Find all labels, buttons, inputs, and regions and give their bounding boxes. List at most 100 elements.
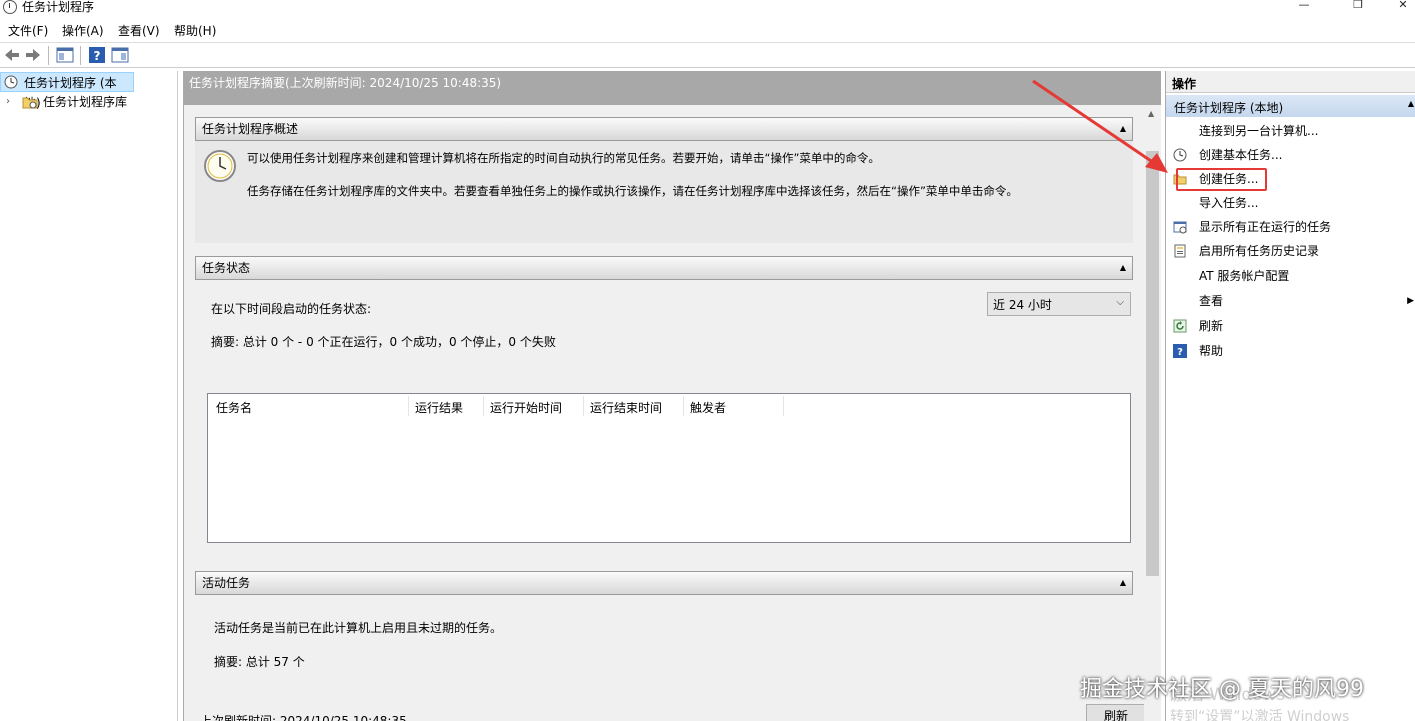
action-label: 连接到另一台计算机... (1199, 124, 1319, 138)
toolbar-divider (48, 46, 49, 65)
action-show-running-tasks[interactable]: 显示所有正在运行的任务 (1166, 215, 1415, 239)
column-header-run-start[interactable]: 运行开始时间 (490, 399, 562, 416)
action-label: 创建基本任务... (1199, 148, 1283, 162)
show-hide-console-tree-icon[interactable] (56, 46, 74, 64)
clock-icon (204, 150, 236, 182)
active-tasks-title: 活动任务 (202, 576, 251, 590)
back-icon[interactable] (3, 46, 21, 64)
action-label: AT 服务帐户配置 (1199, 269, 1290, 283)
clock-icon (4, 75, 18, 89)
tree-item-library-label: 任务计划程序库 (43, 95, 128, 109)
last-refresh-text: 上次刷新时间: 2024/10/25 10:48:35 (200, 714, 407, 721)
action-label: 刷新 (1199, 319, 1224, 333)
chevron-right-icon[interactable]: › (6, 92, 10, 112)
clock-wizard-icon (1173, 148, 1187, 162)
folder-clock-icon (22, 97, 38, 109)
action-label: 启用所有任务历史记录 (1199, 244, 1320, 258)
action-label: 显示所有正在运行的任务 (1199, 220, 1332, 234)
task-status-title: 任务状态 (202, 261, 251, 275)
overview-section-header[interactable]: 任务计划程序概述 ▲ (195, 117, 1133, 141)
overview-text-1: 可以使用任务计划程序来创建和管理计算机将在所指定的时间自动执行的常见任务。若要开… (247, 151, 880, 165)
title-bar: 任务计划程序 — ❐ ✕ (0, 0, 1415, 16)
active-tasks-section-header[interactable]: 活动任务 ▲ (195, 571, 1133, 595)
svg-text:?: ? (1177, 347, 1183, 358)
history-icon (1174, 244, 1186, 258)
toolbar: ? (0, 42, 1415, 68)
active-tasks-summary: 摘要: 总计 57 个 (214, 655, 305, 669)
column-header-run-result[interactable]: 运行结果 (415, 399, 463, 416)
actions-header: 操作 (1166, 71, 1415, 93)
action-refresh[interactable]: 刷新 (1166, 314, 1415, 338)
scrollbar-thumb[interactable] (1146, 151, 1159, 576)
menu-help[interactable]: 帮助(H) (174, 22, 216, 39)
collapse-icon[interactable]: ▲ (1408, 99, 1414, 108)
active-tasks-body: 活动任务是当前已在此计算机上启用且未过期的任务。 摘要: 总计 57 个 (195, 595, 1133, 696)
highlight-box (1176, 168, 1267, 191)
vertical-scrollbar[interactable]: ▲ (1144, 105, 1161, 721)
svg-text:?: ? (94, 49, 101, 63)
watermark: 掘金技术社区 @ 夏天的风99 (1080, 677, 1364, 702)
action-enable-history[interactable]: 启用所有任务历史记录 (1166, 239, 1415, 263)
action-create-basic-task[interactable]: 创建基本任务... (1166, 143, 1415, 167)
submenu-arrow-icon: ▶ (1407, 296, 1414, 306)
show-hide-action-pane-icon[interactable] (111, 46, 129, 64)
column-header-trigger[interactable]: 触发者 (690, 399, 726, 416)
action-label: 查看 (1199, 294, 1224, 308)
menu-bar: 文件(F) 操作(A) 查看(V) 帮助(H) (0, 20, 1415, 40)
action-at-service-config[interactable]: AT 服务帐户配置 (1166, 264, 1415, 288)
task-status-section: 任务状态 ▲ 在以下时间段启动的任务状态: 近 24 小时 ⌵ 摘要: 总计 0… (195, 256, 1133, 559)
actions-group-header[interactable]: 任务计划程序 (本地) ▲ (1166, 95, 1415, 117)
action-label: 帮助 (1199, 344, 1224, 358)
forward-icon[interactable] (24, 46, 42, 64)
overview-section: 任务计划程序概述 ▲ 可以使用任务计划程序来创建和管理计算机将在所指定的时间自动… (195, 117, 1133, 243)
menu-file[interactable]: 文件(F) (8, 22, 48, 39)
actions-group-label: 任务计划程序 (本地) (1174, 101, 1284, 115)
collapse-icon[interactable]: ▲ (1120, 257, 1126, 279)
window-title: 任务计划程序 (22, 0, 95, 14)
minimize-button[interactable]: — (1282, 0, 1326, 14)
help-icon: ? (1173, 344, 1187, 358)
summary-header: 任务计划程序摘要(上次刷新时间: 2024/10/25 10:48:35) (184, 71, 1161, 105)
column-divider[interactable] (583, 396, 584, 416)
tree-item-root[interactable]: 任务计划程序 (本地) (0, 72, 134, 110)
overview-body: 可以使用任务计划程序来创建和管理计算机将在所指定的时间自动执行的常见任务。若要开… (195, 141, 1133, 243)
active-tasks-section: 活动任务 ▲ 活动任务是当前已在此计算机上启用且未过期的任务。 摘要: 总计 5… (195, 571, 1133, 696)
overview-title: 任务计划程序概述 (202, 122, 299, 136)
column-header-task-name[interactable]: 任务名 (216, 399, 252, 416)
toolbar-divider (80, 46, 81, 65)
action-help[interactable]: ? 帮助 (1166, 339, 1415, 363)
action-label: 导入任务... (1199, 196, 1259, 210)
menu-action[interactable]: 操作(A) (62, 22, 104, 39)
period-value: 近 24 小时 (993, 298, 1052, 312)
overview-text-2: 任务存储在任务计划程序库的文件夹中。若要查看单独任务上的操作或执行该操作，请在任… (247, 184, 1018, 198)
activate-line-2: 转到“设置”以激活 Windows (1170, 709, 1350, 721)
status-summary: 摘要: 总计 0 个 - 0 个正在运行，0 个成功，0 个停止，0 个失败 (211, 335, 556, 349)
maximize-button[interactable]: ❐ (1336, 0, 1380, 14)
summary-pane: 任务计划程序摘要(上次刷新时间: 2024/10/25 10:48:35) 任务… (183, 71, 1161, 721)
close-button[interactable]: ✕ (1381, 0, 1415, 14)
period-dropdown[interactable]: 近 24 小时 ⌵ (987, 292, 1131, 316)
column-divider[interactable] (483, 396, 484, 416)
task-status-table[interactable]: 任务名 运行结果 运行开始时间 运行结束时间 触发者 (207, 393, 1131, 543)
collapse-icon[interactable]: ▲ (1120, 572, 1126, 594)
task-status-section-header[interactable]: 任务状态 ▲ (195, 256, 1133, 280)
chevron-down-icon: ⌵ (1116, 297, 1124, 308)
task-status-body: 在以下时间段启动的任务状态: 近 24 小时 ⌵ 摘要: 总计 0 个 - 0 … (195, 280, 1133, 559)
active-tasks-desc: 活动任务是当前已在此计算机上启用且未过期的任务。 (214, 621, 503, 635)
action-connect-computer[interactable]: 连接到另一台计算机... (1166, 119, 1415, 143)
refresh-button[interactable]: 刷新 (1086, 704, 1146, 721)
menu-view[interactable]: 查看(V) (118, 22, 160, 39)
console-tree: 任务计划程序 (本地) › 任务计划程序库 (0, 71, 178, 721)
help-icon[interactable]: ? (88, 46, 106, 64)
annotation-arrow (1032, 79, 1168, 173)
column-divider[interactable] (783, 396, 784, 416)
column-divider[interactable] (408, 396, 409, 416)
column-header-run-end[interactable]: 运行结束时间 (590, 399, 662, 416)
clock-icon (3, 0, 17, 14)
column-divider[interactable] (683, 396, 684, 416)
period-label: 在以下时间段启动的任务状态: (211, 302, 372, 316)
tree-item-library[interactable]: › 任务计划程序库 (0, 92, 170, 112)
action-import-task[interactable]: 导入任务... (1166, 191, 1415, 215)
running-tasks-icon (1173, 221, 1187, 234)
action-view[interactable]: 查看 ▶ (1166, 289, 1415, 313)
